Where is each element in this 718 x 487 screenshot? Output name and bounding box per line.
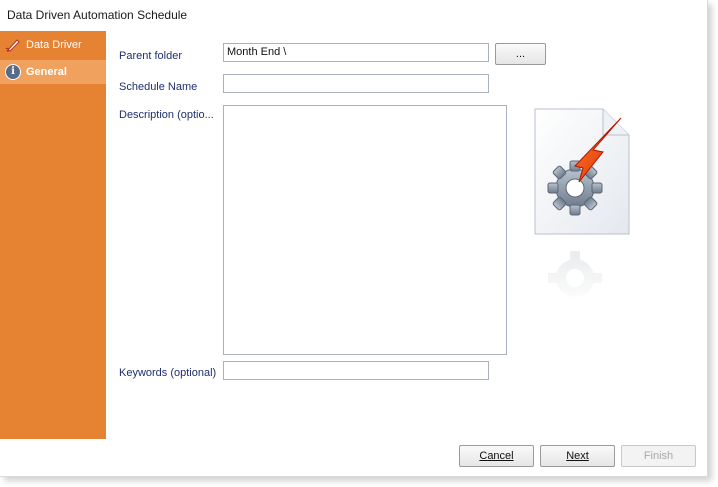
finish-button-label: Finish — [643, 450, 674, 462]
finish-button[interactable]: Finish — [621, 445, 696, 467]
cancel-button[interactable]: Cancel — [459, 445, 534, 467]
description-label: Description (optio... — [119, 109, 214, 121]
next-button[interactable]: Next — [540, 445, 615, 467]
parent-folder-input[interactable]: Month End \ — [223, 43, 489, 62]
sidebar-item-label: Data Driver — [26, 39, 82, 51]
sidebar-item-data-driver[interactable]: Data Driver — [0, 33, 106, 57]
sidebar-item-general[interactable]: i General — [0, 60, 106, 84]
wizard-sidebar: Data Driver i General — [0, 31, 106, 461]
window-title: Data Driven Automation Schedule — [7, 8, 188, 22]
next-button-label: Next — [566, 450, 589, 462]
sidebar-item-label: General — [26, 66, 67, 78]
browse-folder-button[interactable]: ... — [495, 43, 546, 65]
chevron-down-icon[interactable] — [47, 456, 57, 461]
info-icon: i — [5, 64, 21, 80]
description-textarea[interactable] — [223, 105, 507, 355]
cancel-button-label: Cancel — [479, 450, 514, 462]
schedule-name-input[interactable] — [223, 74, 489, 93]
pen-icon — [5, 39, 20, 52]
automation-schedule-icon — [533, 108, 633, 306]
schedule-wizard-window: Data Driven Automation Schedule Data Dri… — [0, 0, 708, 477]
parent-folder-label: Parent folder — [119, 50, 182, 62]
keywords-input[interactable] — [223, 361, 489, 380]
keywords-label: Keywords (optional) — [119, 367, 217, 379]
schedule-name-label: Schedule Name — [119, 81, 198, 93]
